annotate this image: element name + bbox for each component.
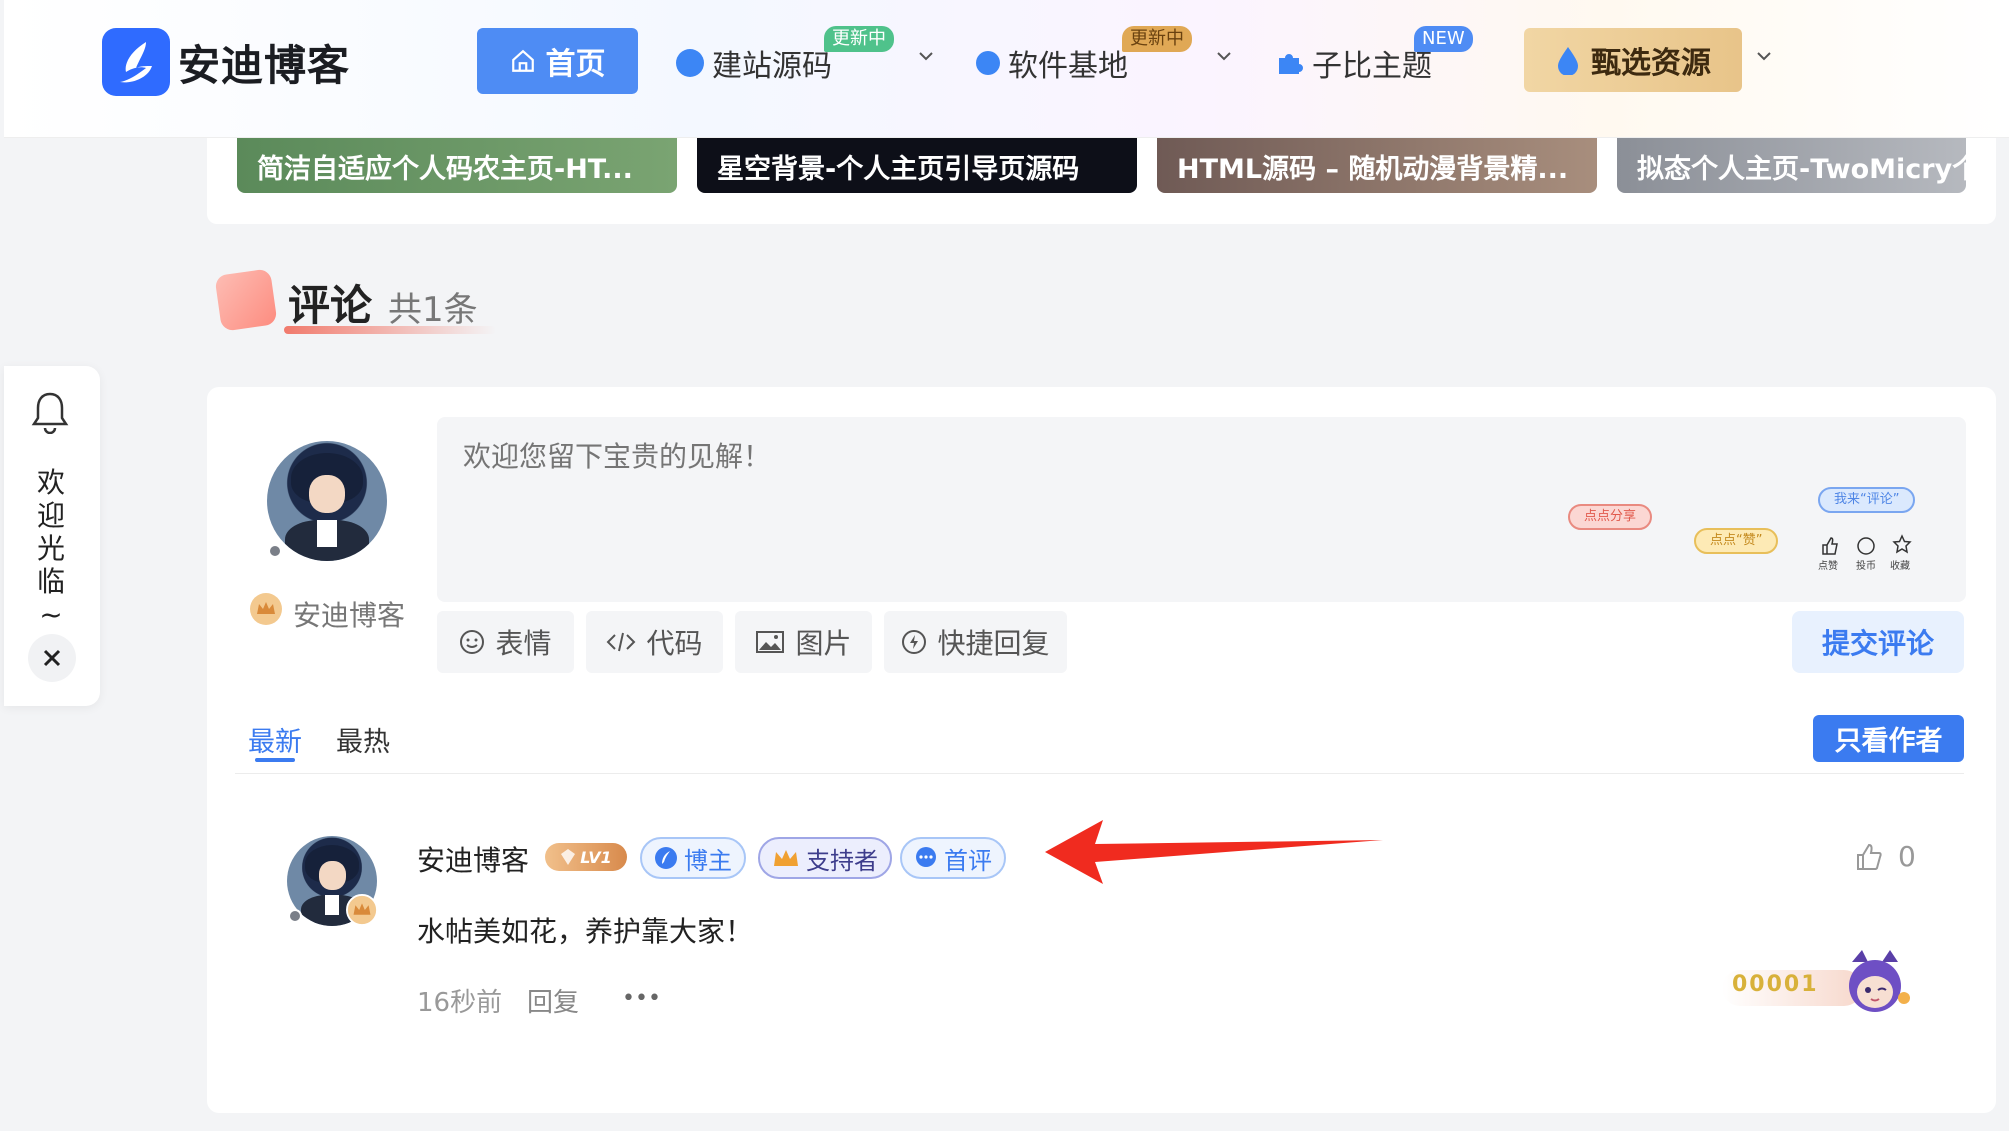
image-button[interactable]: 图片 <box>735 611 872 673</box>
comment-count: 共1条 <box>388 290 478 330</box>
comment-author-name[interactable]: 安迪博客 <box>417 839 529 879</box>
crown-icon <box>774 850 798 866</box>
nav-select-resources[interactable]: 甄选资源 <box>1524 28 1742 92</box>
reply-link[interactable]: 回复 <box>527 982 579 1019</box>
chevron-down-icon[interactable] <box>918 48 934 64</box>
nav-home-button[interactable]: 首页 <box>477 28 638 94</box>
related-post-card[interactable]: 简洁自适应个人码农主页-HT... <box>237 137 677 193</box>
sticker-like: 点点“赞” <box>1694 528 1779 554</box>
tab-latest[interactable]: 最新 <box>248 720 302 759</box>
crown-icon <box>250 593 282 625</box>
nav-item-software[interactable]: 软件基地 <box>976 40 1128 86</box>
online-status-dot <box>268 544 282 558</box>
nav-item-site-source[interactable]: 建站源码 <box>676 40 832 86</box>
nav-item-zibi-theme[interactable]: 子比主题 <box>1274 40 1432 86</box>
mascot-icon <box>1849 950 1910 1012</box>
chevron-down-icon[interactable] <box>1756 48 1772 64</box>
cloud-icon <box>676 49 704 77</box>
code-icon <box>607 632 636 652</box>
tab-active-indicator <box>255 758 295 762</box>
sticker-share: 点点分享 <box>1568 504 1653 530</box>
comment-section-icon <box>214 268 278 332</box>
thumbs-up-icon <box>1857 843 1882 870</box>
chat-bubble-icon <box>916 847 936 867</box>
drop-icon <box>1558 47 1578 75</box>
sticker-icon-label: 投币 <box>1856 561 1876 572</box>
nav-item-label: 建站源码 <box>712 49 832 84</box>
tool-label: 快捷回复 <box>937 627 1050 660</box>
related-post-card[interactable]: HTML源码 – 随机动漫背景精... <box>1157 137 1597 193</box>
comment-time: 16秒前 <box>417 988 503 1018</box>
section-underline <box>284 326 496 334</box>
nav-badge: 更新中 <box>824 26 894 52</box>
editor-user-name: 安迪博客 <box>293 599 406 632</box>
comment-body: 水帖美如花，养护靠大家！ <box>417 915 754 948</box>
close-widget-button[interactable] <box>28 634 76 682</box>
tag-blogger: 博主 <box>640 837 746 879</box>
online-status-dot <box>288 909 302 923</box>
like-button[interactable]: 0 <box>1854 840 1916 873</box>
welcome-char: 迎 <box>36 499 65 532</box>
welcome-char: 临 <box>36 565 65 598</box>
mascot-badge: 00001 <box>1722 948 1918 1022</box>
related-post-card[interactable]: 拟态个人主页-TwoMicry个 <box>1617 137 1966 193</box>
welcome-text: 欢 迎 光 临 ~ <box>36 466 66 631</box>
code-button[interactable]: 代码 <box>586 611 723 673</box>
coin-icon <box>1857 537 1875 555</box>
thumbs-up-icon <box>1822 537 1838 555</box>
gem-icon <box>561 849 576 865</box>
bell-icon[interactable] <box>30 390 70 434</box>
tag-label: 博主 <box>684 846 732 875</box>
chevron-down-icon[interactable] <box>1216 48 1232 64</box>
image-icon <box>756 631 785 653</box>
welcome-char: ~ <box>39 598 63 631</box>
tool-label: 表情 <box>495 627 552 660</box>
feather-icon <box>655 847 677 869</box>
avatar[interactable] <box>267 441 387 561</box>
tag-first-comment: 首评 <box>900 837 1006 879</box>
annotation-arrow <box>1045 820 1383 884</box>
like-count: 0 <box>1898 840 1916 873</box>
tag-label: 支持者 <box>806 846 878 875</box>
level-text: LV1 <box>580 847 612 867</box>
tool-label: 图片 <box>795 627 852 660</box>
home-icon <box>511 49 534 72</box>
section-title: 评论 <box>288 281 373 330</box>
logo-icon[interactable] <box>102 28 170 96</box>
chat-bolt-icon <box>902 630 927 654</box>
sticker-comment: 我来“评论” <box>1818 487 1916 513</box>
related-post-card[interactable]: 星空背景-个人主页引导页源码 <box>697 137 1137 193</box>
nav-badge: 更新中 <box>1122 26 1192 52</box>
nav-item-label: 软件基地 <box>1008 49 1128 84</box>
tag-label: 首评 <box>944 846 992 875</box>
tag-supporter: 支持者 <box>758 837 892 879</box>
divider <box>235 773 1964 774</box>
sticker-icon-label: 点赞 <box>1818 561 1838 572</box>
emoji-button[interactable]: 表情 <box>437 611 574 673</box>
welcome-char: 光 <box>36 532 65 565</box>
level-badge: LV1 <box>545 843 627 871</box>
site-header: 安迪博客 首页 建站源码 更新中 软件基地 更新中 子比主题 NEW 甄选资源 <box>4 0 2009 138</box>
star-icon <box>1892 534 1912 554</box>
comment-input[interactable] <box>437 417 1966 602</box>
author-only-button[interactable]: 只看作者 <box>1813 715 1964 762</box>
nav-select-label: 甄选资源 <box>1591 46 1711 81</box>
sticker-icon-label: 收藏 <box>1890 561 1910 572</box>
badge-code: 00001 <box>1732 972 1819 997</box>
puzzle-icon <box>1279 54 1303 74</box>
quick-reply-button[interactable]: 快捷回复 <box>884 611 1067 673</box>
welcome-char: 欢 <box>36 466 65 499</box>
submit-comment-button[interactable]: 提交评论 <box>1792 611 1964 673</box>
tab-hot[interactable]: 最热 <box>336 720 390 759</box>
nav-home-label: 首页 <box>545 47 606 82</box>
tool-label: 代码 <box>646 627 703 660</box>
close-icon <box>43 649 61 667</box>
more-menu-button[interactable]: ••• <box>622 986 661 1011</box>
shield-icon <box>976 51 1000 75</box>
nav-badge: NEW <box>1414 26 1473 52</box>
brand-name[interactable]: 安迪博客 <box>178 32 350 93</box>
smile-icon <box>460 630 485 654</box>
crown-icon <box>346 894 378 926</box>
